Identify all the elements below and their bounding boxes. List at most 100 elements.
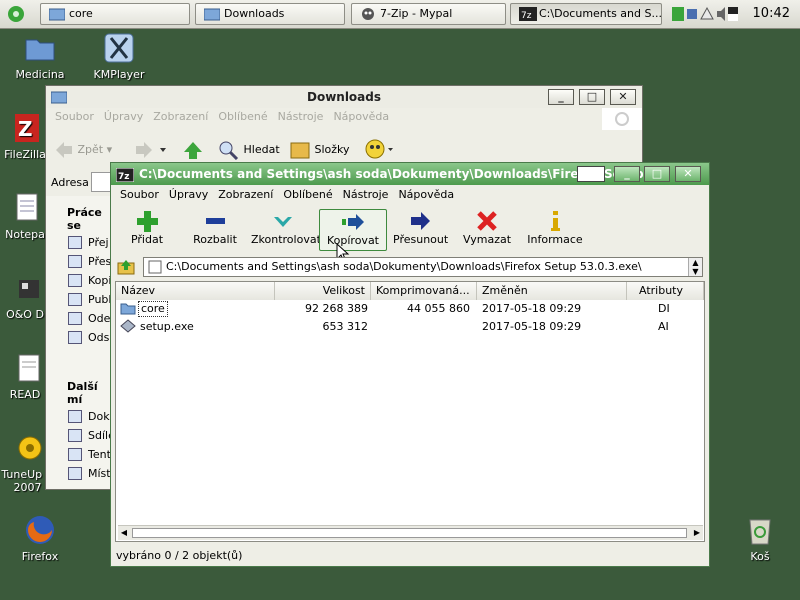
taskbar: core Downloads 7-Zip - Mypal 7z C:\Docum… — [0, 0, 800, 29]
taskbar-button-label: 7-Zip - Mypal — [380, 7, 453, 20]
desktop-icon-kmplayer[interactable]: KMPlayer — [79, 32, 159, 81]
task-link[interactable]: Ods — [68, 329, 111, 348]
menu-item[interactable]: Zobrazení — [213, 188, 278, 201]
sevenzip-menubar: Soubor Úpravy Zobrazení Oblíbené Nástroje Náp… — [115, 188, 459, 204]
sevenzip-titlebar[interactable]: 7z C:\Documents and Settings\ash soda\Do… — [111, 163, 709, 185]
close-button[interactable]: ✕ — [610, 89, 636, 105]
search-icon — [219, 141, 239, 161]
taskbar-button-core[interactable]: core — [40, 3, 190, 25]
delete-button[interactable]: Vymazat — [463, 209, 511, 251]
folder-icon — [68, 410, 82, 423]
menu-item[interactable]: Oblíbené — [278, 188, 337, 201]
menu-item[interactable]: Soubor — [115, 188, 164, 201]
place-link[interactable]: Sdíle — [68, 427, 115, 446]
forward-button[interactable] — [134, 140, 168, 163]
scroll-left-arrow-icon[interactable]: ◀ — [118, 527, 130, 539]
eject-tray-icon — [700, 6, 714, 20]
back-button[interactable]: Zpět ▾ — [54, 140, 112, 160]
explorer-titlebar[interactable]: Downloads _ □ ✕ — [46, 86, 642, 108]
desktop-icon-readme[interactable]: READ — [0, 352, 50, 401]
task-link[interactable]: Přes — [68, 253, 111, 272]
add-plus-icon — [125, 209, 169, 233]
file-modified: 2017-05-18 09:29 — [482, 302, 582, 315]
column-header-packed[interactable]: Komprimovaná... — [371, 282, 477, 300]
start-menu-icon[interactable] — [4, 3, 28, 25]
menu-item[interactable]: Nástroje — [338, 188, 394, 201]
folders-label: Složky — [314, 143, 350, 156]
desktop-icon-notepad[interactable]: Notepa — [0, 192, 50, 241]
place-link[interactable]: Tent — [68, 446, 111, 465]
place-link[interactable]: Míst — [68, 465, 111, 484]
scrollbar-thumb[interactable] — [132, 528, 687, 538]
menu-item[interactable]: Nástroje — [273, 110, 329, 123]
file-modified: 2017-05-18 09:29 — [482, 320, 582, 333]
scroll-right-arrow-icon[interactable]: ▶ — [691, 527, 703, 539]
7zip-icon: 7z — [115, 167, 135, 185]
up-folder-button[interactable] — [117, 258, 135, 279]
address-bar[interactable] — [91, 172, 111, 192]
window-shade-icon[interactable] — [577, 166, 605, 182]
column-header-size[interactable]: Velikost — [275, 282, 371, 300]
monitor-tray-icon — [687, 9, 697, 19]
file-size: 92 268 389 — [305, 302, 368, 315]
taskbar-button-7zip[interactable]: 7z C:\Documents and S... — [510, 3, 662, 25]
email-icon — [68, 312, 82, 325]
taskbar-button-mypal[interactable]: 7-Zip - Mypal — [351, 3, 506, 25]
menu-item[interactable]: Úpravy — [99, 110, 148, 123]
menu-item[interactable]: Nápověda — [393, 188, 459, 201]
desktop-icon-recycle-bin[interactable]: Koš — [720, 514, 800, 563]
path-input[interactable]: C:\Documents and Settings\ash soda\Dokum… — [143, 257, 703, 277]
test-button[interactable]: Zkontrolovat — [251, 209, 321, 251]
network-tray-icon[interactable] — [671, 5, 685, 23]
menu-item[interactable]: Nápověda — [328, 110, 394, 123]
desktop-icon-medicina[interactable]: Medicina — [0, 32, 80, 81]
menu-item[interactable]: Zobrazení — [148, 110, 213, 123]
maximize-button[interactable]: □ — [579, 89, 605, 105]
copy-button[interactable]: Kopírovat — [319, 209, 387, 251]
explorer-title: Downloads — [306, 90, 382, 104]
menu-item[interactable]: Úpravy — [164, 188, 213, 201]
desktop-icon-filezilla[interactable]: Z FileZilla — [0, 112, 50, 161]
task-link[interactable]: Přej — [68, 234, 111, 253]
tray-icons — [687, 5, 739, 23]
desktop-icon-oo-defrag[interactable]: O&O D — [0, 272, 50, 321]
up-folder-button[interactable] — [182, 140, 204, 163]
table-row[interactable]: core 92 268 389 44 055 860 2017-05-18 09… — [116, 300, 704, 317]
search-button[interactable]: Hledat — [218, 140, 280, 161]
test-check-icon — [251, 209, 315, 233]
maximize-button[interactable]: □ — [644, 166, 670, 182]
views-button[interactable] — [364, 138, 394, 163]
add-button[interactable]: Přidat — [125, 209, 169, 251]
menu-item[interactable]: Soubor — [50, 110, 99, 123]
task-link[interactable]: Kopi — [68, 272, 111, 291]
status-bar: vybráno 0 / 2 objekt(ů) — [116, 549, 243, 562]
extract-button[interactable]: Rozbalit — [191, 209, 239, 251]
path-dropdown-arrow-icon[interactable]: ▲ ▼ — [688, 258, 702, 276]
place-link[interactable]: Doku — [68, 408, 116, 427]
table-row[interactable]: setup.exe 653 312 2017-05-18 09:29 AI — [116, 318, 704, 335]
network-icon — [68, 467, 82, 480]
tasks-heading: Práce se — [67, 206, 102, 232]
taskbar-button-downloads[interactable]: Downloads — [195, 3, 345, 25]
task-link[interactable]: Ode — [68, 310, 111, 329]
search-label: Hledat — [243, 143, 280, 156]
menu-item[interactable]: Oblíbené — [213, 110, 272, 123]
column-header-modified[interactable]: Změněn — [477, 282, 627, 300]
minimize-button[interactable]: _ — [548, 89, 574, 105]
document-icon — [9, 352, 41, 384]
task-link[interactable]: Publ — [68, 291, 111, 310]
desktop-icon-firefox[interactable]: Firefox — [0, 514, 80, 563]
column-header-name[interactable]: Název — [116, 282, 275, 300]
move-button[interactable]: Přesunout — [393, 209, 448, 251]
close-button[interactable]: ✕ — [675, 166, 701, 182]
tool-label: Kopírovat — [326, 234, 379, 247]
clock: 10:42 — [752, 6, 790, 21]
file-name: setup.exe — [140, 320, 194, 333]
tool-label: Přidat — [130, 233, 164, 246]
column-header-attributes[interactable]: Atributy — [627, 282, 704, 300]
info-button[interactable]: Informace — [527, 209, 583, 251]
folders-button[interactable]: Složky — [289, 140, 350, 160]
minimize-button[interactable]: _ — [614, 166, 640, 182]
tuneup-icon — [12, 432, 44, 464]
horizontal-scrollbar[interactable]: ◀ ▶ — [118, 525, 703, 540]
